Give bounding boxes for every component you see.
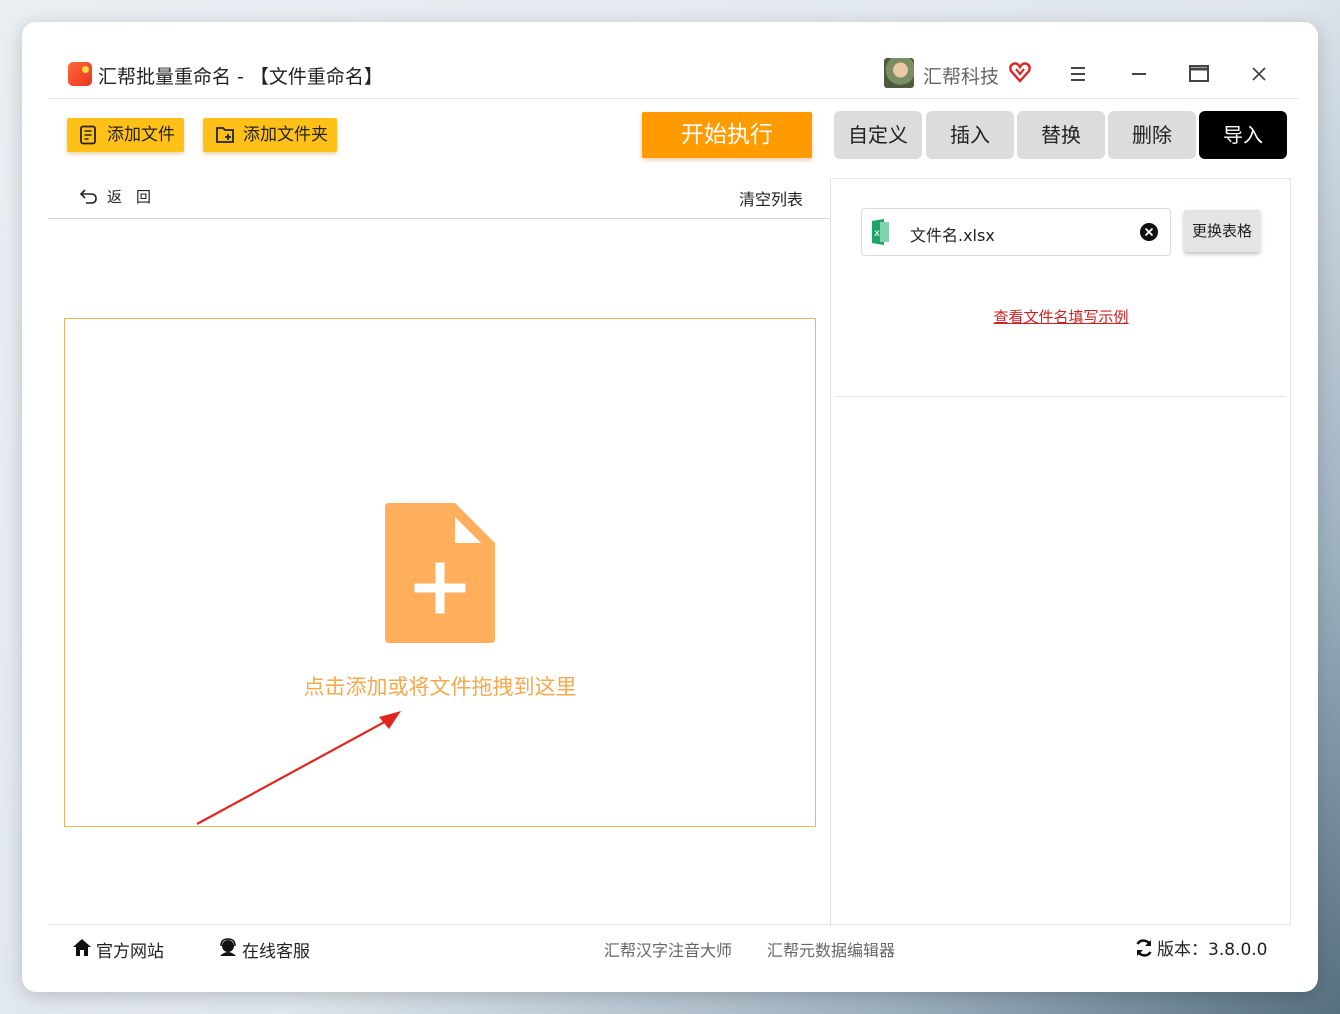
start-button[interactable]: 开始执行 <box>642 112 812 158</box>
refresh-icon <box>1136 939 1152 957</box>
change-table-button[interactable]: 更换表格 <box>1184 210 1260 252</box>
clear-circle-icon[interactable] <box>1140 223 1158 241</box>
add-folder-label: 添加文件夹 <box>243 125 328 145</box>
pinyin-master-link[interactable]: 汇帮汉字注音大师 <box>604 937 732 961</box>
version-info[interactable]: 版本：3.8.0.0 <box>1134 935 1294 960</box>
official-website-link[interactable]: 官方网站 <box>72 937 172 962</box>
folder-plus-icon <box>216 127 234 143</box>
version-label: 版本：3.8.0.0 <box>1157 940 1268 960</box>
back-label: 返回 <box>107 188 166 206</box>
tab-delete[interactable]: 删除 <box>1108 111 1196 159</box>
metadata-editor-link[interactable]: 汇帮元数据编辑器 <box>767 937 895 961</box>
maximize-icon[interactable] <box>1185 60 1213 88</box>
svg-text:x: x <box>874 228 880 239</box>
app-window: 汇帮批量重命名 - 【文件重命名】 汇帮科技 添加文件 添加文件夹 开始执行 自… <box>22 22 1318 992</box>
tab-import[interactable]: 导入 <box>1199 111 1287 159</box>
vip-heart-icon[interactable] <box>1008 60 1032 84</box>
title-bar: 汇帮批量重命名 - 【文件重命名】 汇帮科技 <box>48 22 1298 99</box>
company-name: 汇帮科技 <box>923 66 1000 88</box>
example-link[interactable]: 查看文件名填写示例 <box>836 306 1286 327</box>
add-folder-button[interactable]: 添加文件夹 <box>203 118 337 152</box>
tab-insert[interactable]: 插入 <box>926 111 1014 159</box>
online-service-link[interactable]: 在线客服 <box>218 937 318 962</box>
avatar[interactable] <box>884 58 914 88</box>
file-name: 文件名.xlsx <box>910 226 995 245</box>
close-icon[interactable] <box>1245 60 1273 88</box>
divider <box>830 178 1290 179</box>
file-drop-zone[interactable]: 点击添加或将文件拖拽到这里 <box>64 318 816 827</box>
import-file-field[interactable]: x 文件名.xlsx <box>861 208 1171 256</box>
file-list-icon <box>80 125 96 145</box>
minimize-icon[interactable] <box>1125 60 1153 88</box>
divider <box>48 218 830 219</box>
official-website-label: 官方网站 <box>96 942 164 962</box>
pointer-arrow-icon <box>196 711 401 825</box>
divider <box>1290 178 1291 926</box>
footer: 官方网站 在线客服 汇帮汉字注音大师 汇帮元数据编辑器 版本：3.8.0.0 <box>48 924 1290 965</box>
customer-service-icon <box>220 938 236 956</box>
menu-icon[interactable] <box>1064 60 1092 88</box>
app-logo-icon <box>68 62 92 86</box>
home-icon <box>73 939 91 956</box>
tab-custom[interactable]: 自定义 <box>834 111 922 159</box>
tab-replace[interactable]: 替换 <box>1017 111 1105 159</box>
excel-file-icon: x <box>872 219 889 245</box>
add-file-label: 添加文件 <box>107 125 175 145</box>
panel-divider <box>830 178 831 926</box>
divider <box>836 396 1286 397</box>
window-title: 汇帮批量重命名 - 【文件重命名】 <box>98 66 383 88</box>
clear-list-button[interactable]: 清空列表 <box>739 186 803 210</box>
online-service-label: 在线客服 <box>242 942 310 962</box>
add-file-button[interactable]: 添加文件 <box>67 118 184 152</box>
undo-arrow-icon <box>80 189 97 204</box>
